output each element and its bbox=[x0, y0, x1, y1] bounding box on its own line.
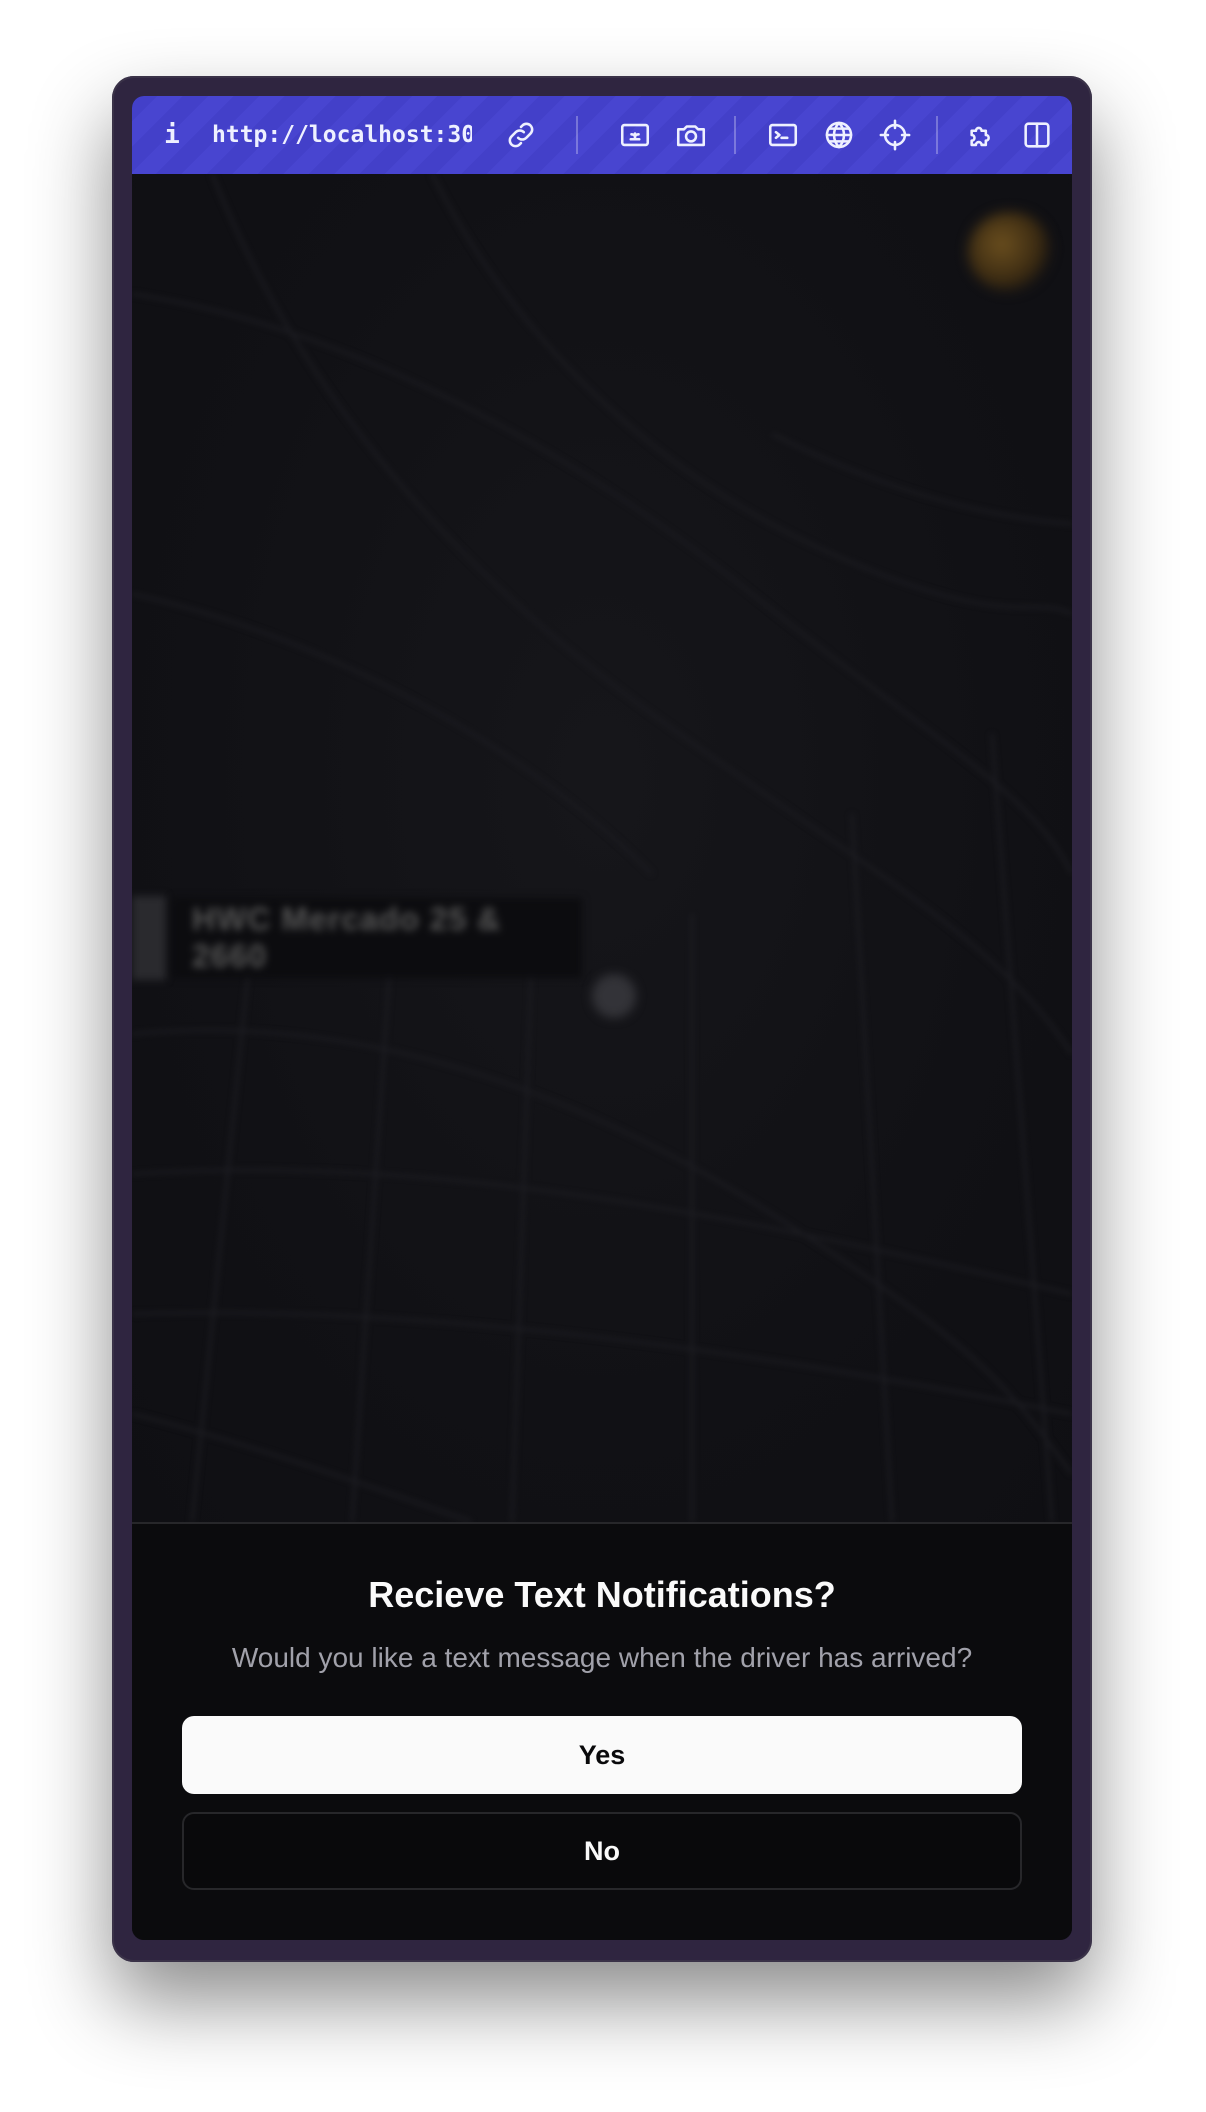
crosshair-icon[interactable] bbox=[870, 96, 920, 174]
info-icon[interactable]: i bbox=[162, 96, 182, 174]
no-button[interactable]: No bbox=[182, 1812, 1022, 1890]
link-icon[interactable] bbox=[496, 96, 546, 174]
camera-icon[interactable] bbox=[666, 96, 716, 174]
browser-toolbar: i http://localhost:30… bbox=[132, 96, 1072, 175]
notification-dialog: Recieve Text Notifications? Would you li… bbox=[132, 1522, 1072, 1940]
device-frame: i http://localhost:30… HWC Mercado 25 & … bbox=[112, 76, 1092, 1962]
map-background[interactable]: HWC Mercado 25 & 2660 bbox=[132, 174, 1072, 1522]
dialog-description: Would you like a text message when the d… bbox=[231, 1642, 973, 1673]
map-location-text: HWC Mercado 25 & 2660 bbox=[192, 901, 502, 974]
browser-viewport: i http://localhost:30… HWC Mercado 25 & … bbox=[132, 96, 1072, 1940]
sidebar-icon[interactable] bbox=[1012, 96, 1062, 174]
map-location-label: HWC Mercado 25 & 2660 bbox=[172, 898, 582, 978]
driver-avatar bbox=[968, 212, 1052, 292]
dialog-title: Recieve Text Notifications? bbox=[368, 1574, 836, 1615]
map-roads bbox=[132, 174, 1072, 1522]
image-icon[interactable] bbox=[610, 96, 660, 174]
url-display[interactable]: http://localhost:30… bbox=[212, 96, 472, 174]
yes-button[interactable]: Yes bbox=[182, 1716, 1022, 1794]
globe-icon[interactable] bbox=[814, 96, 864, 174]
map-label-tab bbox=[132, 896, 166, 980]
toolbar-divider bbox=[734, 116, 736, 154]
terminal-icon[interactable] bbox=[758, 96, 808, 174]
toolbar-divider bbox=[576, 116, 578, 154]
location-marker-icon bbox=[592, 974, 636, 1018]
toolbar-divider bbox=[936, 116, 938, 154]
extension-icon[interactable] bbox=[958, 96, 1008, 174]
